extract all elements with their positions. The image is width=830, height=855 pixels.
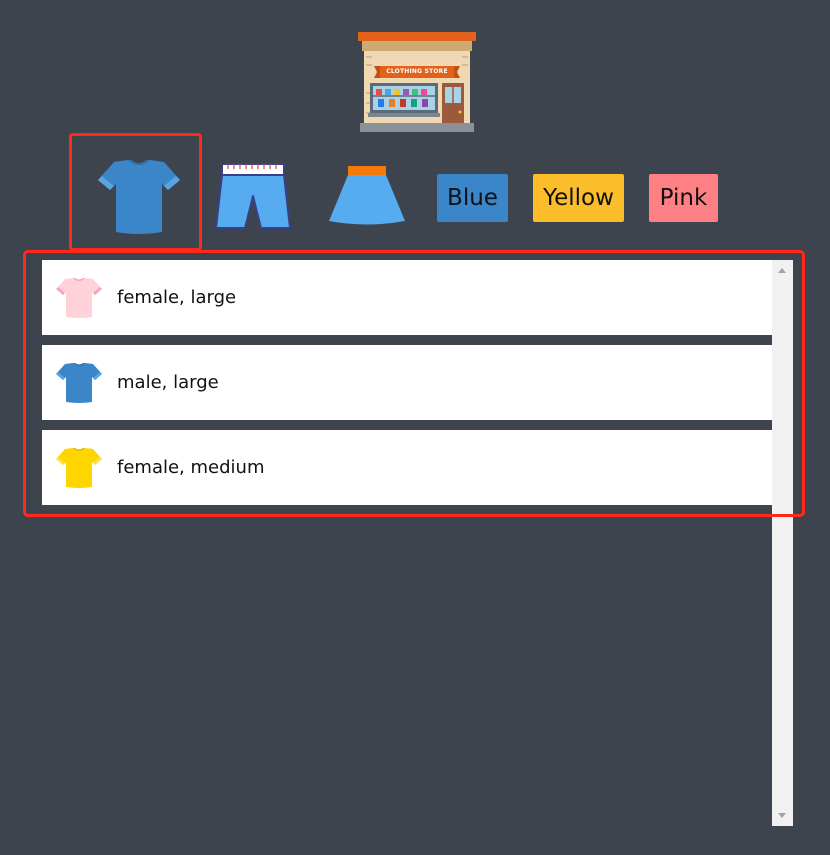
shop-app: CLOTHING STORE Blue Yellow Pink female, … <box>0 0 830 855</box>
scroll-up-arrow-icon[interactable] <box>778 268 786 273</box>
filter-yellow-label: Yellow <box>543 185 614 211</box>
clothing-store-icon[interactable]: CLOTHING STORE <box>356 32 478 134</box>
filter-skirt-button[interactable] <box>325 160 409 230</box>
filter-blue-button[interactable]: Blue <box>437 174 508 222</box>
tshirt-icon <box>56 448 102 488</box>
list-item[interactable]: female, large <box>42 260 772 335</box>
item-label: female, large <box>117 287 237 308</box>
shorts-icon <box>215 163 291 229</box>
item-label: female, medium <box>117 457 265 478</box>
skirt-icon <box>329 166 405 225</box>
filter-blue-label: Blue <box>447 185 498 211</box>
tshirt-icon <box>56 363 102 403</box>
results-list[interactable]: female, large male, large female, medium <box>42 260 793 826</box>
list-item[interactable]: female, medium <box>42 430 772 505</box>
list-item[interactable]: male, large <box>42 345 772 420</box>
filter-pink-label: Pink <box>659 185 708 211</box>
tshirt-icon <box>98 160 180 234</box>
item-label: male, large <box>117 372 219 393</box>
filter-yellow-button[interactable]: Yellow <box>533 174 624 222</box>
store-sign-text: CLOTHING STORE <box>386 68 448 75</box>
filter-pink-button[interactable]: Pink <box>649 174 718 222</box>
tshirt-icon <box>56 278 102 318</box>
scroll-down-arrow-icon[interactable] <box>778 813 786 818</box>
filter-tshirt-button[interactable] <box>69 133 202 251</box>
list-scrollbar[interactable] <box>772 260 793 826</box>
filter-shorts-button[interactable] <box>212 158 294 234</box>
